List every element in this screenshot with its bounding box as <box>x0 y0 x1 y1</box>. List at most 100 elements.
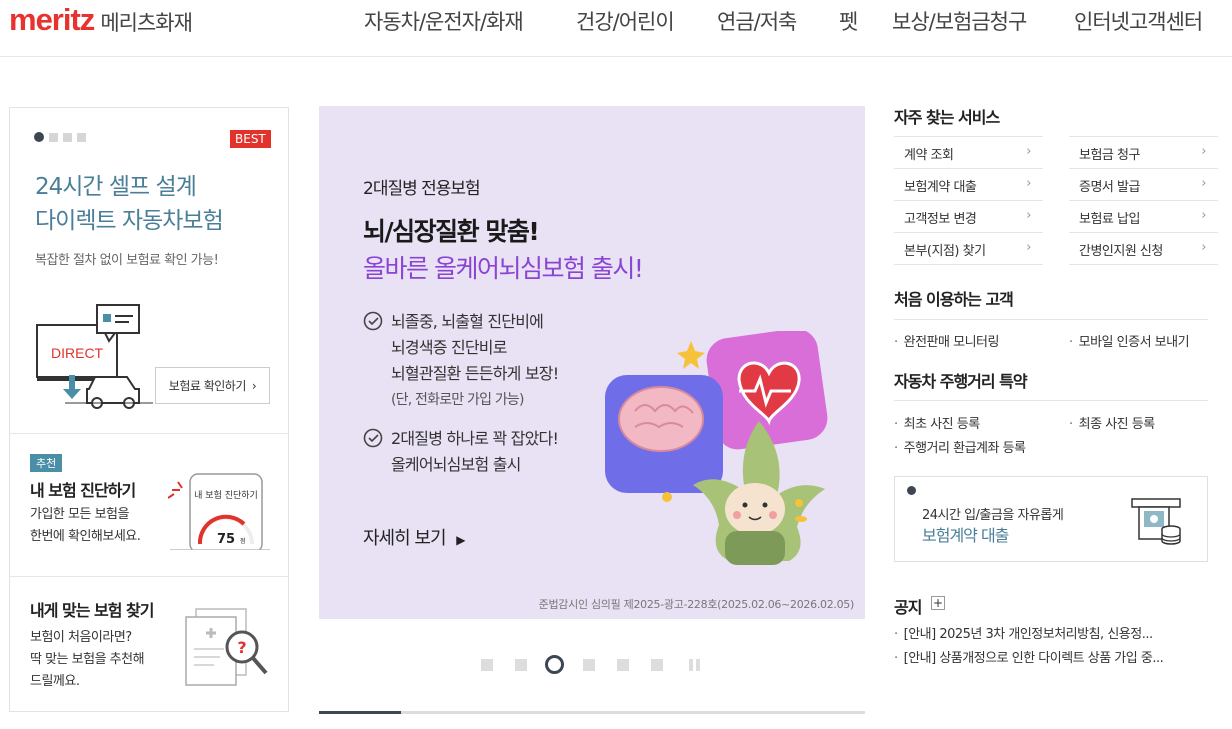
banner-page-dot[interactable] <box>583 659 595 671</box>
service-caregiver-support[interactable]: 간병인지원 신청 › <box>1069 232 1218 265</box>
service-label: 증명서 발급 <box>1079 180 1140 195</box>
diagnosis-desc-line1: 가입한 모든 보험을 <box>30 507 129 522</box>
benefit1-line3: 뇌혈관질환 든든하게 보장! <box>391 364 559 383</box>
policy-loan-banner[interactable]: 24시간 입/출금을 자유롭게 보험계약 대출 <box>894 476 1208 562</box>
link-mobile-certificate[interactable]: 모바일 인증서 보내기 <box>1069 331 1190 350</box>
main-banner[interactable]: 2대질병 전용보험 뇌/심장질환 맞춤! 올바른 올케어뇌심보험 출시! 뇌졸중… <box>319 106 865 619</box>
link-sales-monitoring[interactable]: 완전판매 모니터링 <box>894 331 1000 350</box>
loan-line1: 24시간 입/출금을 자유롭게 <box>922 508 1064 523</box>
service-certificate[interactable]: 증명서 발급 › <box>1069 168 1218 200</box>
chevron-right-icon: › <box>1201 176 1206 191</box>
direct-promo-title[interactable]: 24시간 셀프 설계 다이렉트 자동차보험 <box>35 170 224 238</box>
link-first-photo[interactable]: 최초 사진 등록 <box>894 413 981 432</box>
chevron-right-icon: › <box>1026 176 1031 191</box>
notice-item[interactable]: [안내] 2025년 3차 개인정보처리방침, 신용정... <box>894 623 1153 642</box>
insurance-diagnosis-section[interactable]: 추천 내 보험 진단하기 가입한 모든 보험을 한번에 확인해보세요. 내 보험… <box>10 433 288 576</box>
promo-title-line1: 24시간 셀프 설계 <box>35 174 197 200</box>
diagnosis-phone-icon: 내 보험 진단하기 75 점 <box>168 473 270 550</box>
banner-legal-notice: 준법감시인 심의필 제2025-광고-228호(2025.02.06~2026.… <box>538 598 855 611</box>
link-refund-account[interactable]: 주행거리 환급계좌 등록 <box>894 437 1026 456</box>
service-label: 간병인지원 신청 <box>1079 244 1163 259</box>
diagnosis-desc: 가입한 모든 보험을 한번에 확인해보세요. <box>30 504 141 548</box>
atm-coins-icon <box>1131 498 1181 545</box>
service-label: 보험료 납입 <box>1079 212 1140 227</box>
service-customer-info[interactable]: 고객정보 변경 › <box>894 200 1043 232</box>
frequent-services-title: 자주 찾는 서비스 <box>894 108 1000 127</box>
benefit1-line1: 뇌졸중, 뇌출혈 진단비에 <box>391 312 544 331</box>
benefit1-line2: 뇌경색증 진단비로 <box>391 338 507 357</box>
banner-page-dot[interactable] <box>481 659 493 671</box>
pause-icon[interactable] <box>689 659 701 671</box>
service-label: 고객정보 변경 <box>904 212 977 227</box>
promo-subtitle: 복잡한 절차 없이 보험료 확인 가능! <box>35 253 219 268</box>
promo-dot[interactable] <box>63 132 72 142</box>
divider <box>894 400 1208 401</box>
nav-claims[interactable]: 보상/보험금청구 <box>892 6 1027 36</box>
divider <box>894 319 1208 320</box>
banner-kicker: 2대질병 전용보험 <box>363 179 481 199</box>
brain-heart-mascot-illustration-icon <box>605 331 828 565</box>
banner-page-dot-active[interactable] <box>545 655 564 674</box>
phone-caption: 내 보험 진단하기 <box>194 490 258 501</box>
banner-product-name: 올바른 올케어뇌심보험 출시! <box>363 254 644 283</box>
service-contract-inquiry[interactable]: 계약 조회 › <box>894 136 1043 168</box>
find-insurance-section[interactable]: 내게 맞는 보험 찾기 보험이 처음이라면? 딱 맞는 보험을 추천해 드릴께요… <box>10 576 288 712</box>
banner-progress-bar <box>319 711 865 714</box>
loan-line2: 보험계약 대출 <box>922 526 1009 545</box>
service-policy-loan[interactable]: 보험계약 대출 › <box>894 168 1043 200</box>
service-branch-finder[interactable]: 본부(지점) 찾기 › <box>894 232 1043 265</box>
document-magnifier-icon: ? <box>185 608 268 686</box>
find-desc-line3: 드릴께요. <box>30 674 80 689</box>
direct-monitor-illustration-icon: DIRECT <box>36 304 153 409</box>
link-final-photo[interactable]: 최종 사진 등록 <box>1069 413 1156 432</box>
banner-page-dot[interactable] <box>617 659 629 671</box>
chevron-right-icon: › <box>1201 208 1206 223</box>
notice-title: 공지 <box>894 598 922 617</box>
banner-page-dot[interactable] <box>515 659 527 671</box>
nav-car-driver-fire[interactable]: 자동차/운전자/화재 <box>364 6 524 36</box>
chevron-right-icon: › <box>1201 144 1206 159</box>
service-premium-payment[interactable]: 보험료 납입 › <box>1069 200 1218 232</box>
find-desc-line2: 딱 맞는 보험을 추천해 <box>30 652 145 667</box>
chevron-right-icon: › <box>251 378 257 393</box>
left-panel: BEST 24시간 셀프 설계 다이렉트 자동차보험 복잡한 절차 없이 보험료… <box>9 107 289 712</box>
chevron-right-icon: › <box>1026 240 1031 255</box>
service-claim[interactable]: 보험금 청구 › <box>1069 136 1218 168</box>
promo-dot[interactable] <box>77 132 86 142</box>
check-premium-label: 보험료 확인하기 <box>168 379 247 393</box>
site-header: meritz 메리츠화재 자동차/운전자/화재 건강/어린이 연금/저축 펫 보… <box>0 0 1232 57</box>
direct-label: DIRECT <box>51 345 104 361</box>
banner-page-dot[interactable] <box>651 659 663 671</box>
find-insurance-desc: 보험이 처음이라면? 딱 맞는 보험을 추천해 드릴께요. <box>30 627 145 693</box>
promo-dot-active[interactable] <box>34 132 44 142</box>
triangle-right-icon: ▶ <box>456 533 465 547</box>
nav-pet[interactable]: 펫 <box>839 6 858 36</box>
diagnosis-desc-line2: 한번에 확인해보세요. <box>30 529 141 544</box>
nav-customer-center[interactable]: 인터넷고객센터 <box>1074 6 1203 36</box>
diagnosis-score: 75 <box>217 532 235 547</box>
notice-item[interactable]: [안내] 상품개정으로 인한 다이렉트 상품 가입 중... <box>894 647 1164 666</box>
first-customer-title: 처음 이용하는 고객 <box>894 290 1014 309</box>
recommend-tag: 추천 <box>30 454 63 472</box>
svg-text:?: ? <box>237 638 246 657</box>
nav-pension-savings[interactable]: 연금/저축 <box>717 6 797 36</box>
service-label: 계약 조회 <box>904 148 954 163</box>
find-insurance-title: 내게 맞는 보험 찾기 <box>30 601 154 620</box>
find-desc-line1: 보험이 처음이라면? <box>30 630 132 645</box>
chevron-right-icon: › <box>1026 144 1031 159</box>
benefit1-note: (단, 전화로만 가입 가능) <box>391 392 524 408</box>
banner-more-label: 자세히 보기 <box>363 528 447 549</box>
benefit2-line2: 올케어뇌심보험 출시 <box>391 455 521 474</box>
nav-health-child[interactable]: 건강/어린이 <box>576 6 675 36</box>
best-badge: BEST <box>230 130 271 148</box>
notice-more-plus-icon[interactable]: + <box>931 596 945 610</box>
promo-dot[interactable] <box>49 132 58 142</box>
service-label: 보험금 청구 <box>1079 148 1140 163</box>
chevron-right-icon: › <box>1026 208 1031 223</box>
service-label: 본부(지점) 찾기 <box>904 244 986 259</box>
promo-title-line2: 다이렉트 자동차보험 <box>35 208 224 234</box>
check-circle-icon <box>363 428 383 448</box>
banner-more-link[interactable]: 자세히 보기 ▶ <box>363 524 466 550</box>
diagnosis-score-unit: 점 <box>240 538 246 545</box>
check-premium-button[interactable]: 보험료 확인하기 › <box>155 367 270 404</box>
